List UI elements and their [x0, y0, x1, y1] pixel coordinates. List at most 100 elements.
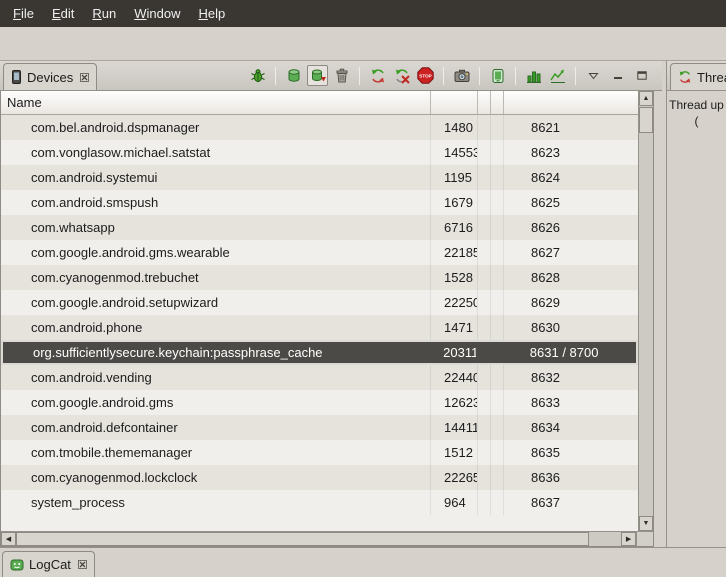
- screen-capture-icon[interactable]: [451, 65, 472, 86]
- cell-name: com.android.vending: [1, 365, 431, 390]
- vertical-scroll-thumb[interactable]: [639, 107, 653, 133]
- column-header-c4[interactable]: [491, 91, 504, 114]
- cell-c4: [491, 390, 504, 415]
- table-row[interactable]: com.google.android.gms.wearable 22185 86…: [1, 240, 638, 265]
- cell-c3: [478, 415, 491, 440]
- scroll-left-icon[interactable]: ◀: [1, 532, 16, 546]
- cell-name: com.android.systemui: [1, 165, 431, 190]
- menu-help[interactable]: Help: [189, 2, 234, 25]
- cell-c3: [478, 440, 491, 465]
- table-row[interactable]: com.google.android.gms 12623 8633: [1, 390, 638, 415]
- table-row[interactable]: com.android.smspush 1679 8625: [1, 190, 638, 215]
- toolbar-separator: [275, 67, 276, 85]
- stop-icon[interactable]: STOP: [415, 65, 436, 86]
- scroll-up-icon[interactable]: ▲: [639, 91, 653, 106]
- cell-name: system_process: [1, 490, 431, 515]
- horizontal-scroll-track[interactable]: [589, 532, 621, 546]
- cell-c3: [478, 265, 491, 290]
- tab-devices[interactable]: Devices: [3, 63, 97, 90]
- menu-window[interactable]: Window: [125, 2, 189, 25]
- tab-threads-label: Threads: [697, 70, 726, 85]
- dump-hprof-icon[interactable]: [307, 65, 328, 86]
- debug-attach-icon[interactable]: [247, 65, 268, 86]
- cell-c4: [491, 240, 504, 265]
- cell-name: com.google.android.setupwizard: [1, 290, 431, 315]
- scroll-down-icon[interactable]: ▼: [639, 516, 653, 531]
- tab-logcat[interactable]: LogCat: [2, 551, 95, 577]
- table-row[interactable]: com.bel.android.dspmanager 1480 8621: [1, 115, 638, 140]
- main-toolbar: [0, 27, 726, 61]
- table-row[interactable]: com.google.android.setupwizard 22250 862…: [1, 290, 638, 315]
- menu-edit[interactable]: Edit: [43, 2, 83, 25]
- minimize-icon[interactable]: [607, 65, 628, 86]
- toolbar-separator: [443, 67, 444, 85]
- cell-port: 8630: [504, 315, 638, 340]
- cell-c4: [491, 365, 504, 390]
- table-row[interactable]: com.cyanogenmod.lockclock 22265 8636: [1, 465, 638, 490]
- devices-tabbar: Devices: [0, 61, 662, 91]
- column-header-port[interactable]: [504, 91, 638, 114]
- update-heap-icon[interactable]: [283, 65, 304, 86]
- cell-pid: 964: [431, 490, 478, 515]
- cell-c3: [478, 240, 491, 265]
- table-row[interactable]: com.whatsapp 6716 8626: [1, 215, 638, 240]
- cell-c4: [491, 190, 504, 215]
- tab-logcat-label: LogCat: [29, 557, 71, 572]
- cell-port: 8637: [504, 490, 638, 515]
- cell-port: 8624: [504, 165, 638, 190]
- column-header-name[interactable]: Name: [1, 91, 431, 114]
- maximize-icon[interactable]: [631, 65, 652, 86]
- cell-c3: [478, 490, 491, 515]
- line-chart-icon[interactable]: [547, 65, 568, 86]
- table-row[interactable]: com.tmobile.thememanager 1512 8635: [1, 440, 638, 465]
- cell-c3: [478, 140, 491, 165]
- table-row[interactable]: com.android.phone 1471 8630: [1, 315, 638, 340]
- menu-file[interactable]: File: [4, 2, 43, 25]
- table-row[interactable]: com.android.systemui 1195 8624: [1, 165, 638, 190]
- vertical-scrollbar[interactable]: ▲ ▼: [638, 91, 653, 531]
- table-row[interactable]: org.sufficientlysecure.keychain:passphra…: [1, 340, 638, 365]
- garbage-collect-icon[interactable]: [331, 65, 352, 86]
- cell-pid: 20311: [430, 342, 477, 363]
- close-icon[interactable]: [78, 560, 87, 569]
- cell-pid: 22265: [431, 465, 478, 490]
- horizontal-scrollbar[interactable]: ◀ ▶: [1, 532, 636, 546]
- cell-name: com.tmobile.thememanager: [1, 440, 431, 465]
- horizontal-scroll-thumb[interactable]: [16, 532, 589, 546]
- toolbar-separator: [359, 67, 360, 85]
- table-row[interactable]: com.vonglasow.michael.satstat 14553 8623: [1, 140, 638, 165]
- cell-port: 8627: [504, 240, 638, 265]
- cell-c3: [478, 215, 491, 240]
- threads-message: Thread up (: [667, 91, 726, 129]
- table-row[interactable]: com.android.vending 22440 8632: [1, 365, 638, 390]
- menu-run[interactable]: Run: [83, 2, 125, 25]
- cell-port: 8621: [504, 115, 638, 140]
- cell-c4: [491, 290, 504, 315]
- view-menu-icon[interactable]: [583, 65, 604, 86]
- close-icon[interactable]: [80, 73, 89, 82]
- cell-port: 8623: [504, 140, 638, 165]
- devices-panel: Devices: [0, 61, 662, 547]
- cell-c3: [478, 290, 491, 315]
- stop-icon-label: STOP: [419, 74, 431, 79]
- device-icon: [11, 70, 22, 84]
- cell-name: com.android.phone: [1, 315, 431, 340]
- cell-c4: [491, 140, 504, 165]
- view-hierarchy-icon[interactable]: [487, 65, 508, 86]
- table-row[interactable]: com.android.defcontainer 14411 8634: [1, 415, 638, 440]
- cell-pid: 1480: [431, 115, 478, 140]
- vertical-scroll-track[interactable]: [639, 133, 653, 516]
- update-threads-icon[interactable]: [367, 65, 388, 86]
- tab-threads[interactable]: Threads: [670, 63, 726, 90]
- table-row[interactable]: com.cyanogenmod.trebuchet 1528 8628: [1, 265, 638, 290]
- bar-chart-icon[interactable]: [523, 65, 544, 86]
- scroll-right-icon[interactable]: ▶: [621, 532, 636, 546]
- threads-icon: [678, 70, 692, 84]
- cell-c3: [478, 365, 491, 390]
- column-header-pid[interactable]: [431, 91, 478, 114]
- cell-port: 8625: [504, 190, 638, 215]
- cell-c3: [478, 190, 491, 215]
- table-row[interactable]: system_process 964 8637: [1, 490, 638, 515]
- stop-profiling-icon[interactable]: [391, 65, 412, 86]
- column-header-c3[interactable]: [478, 91, 491, 114]
